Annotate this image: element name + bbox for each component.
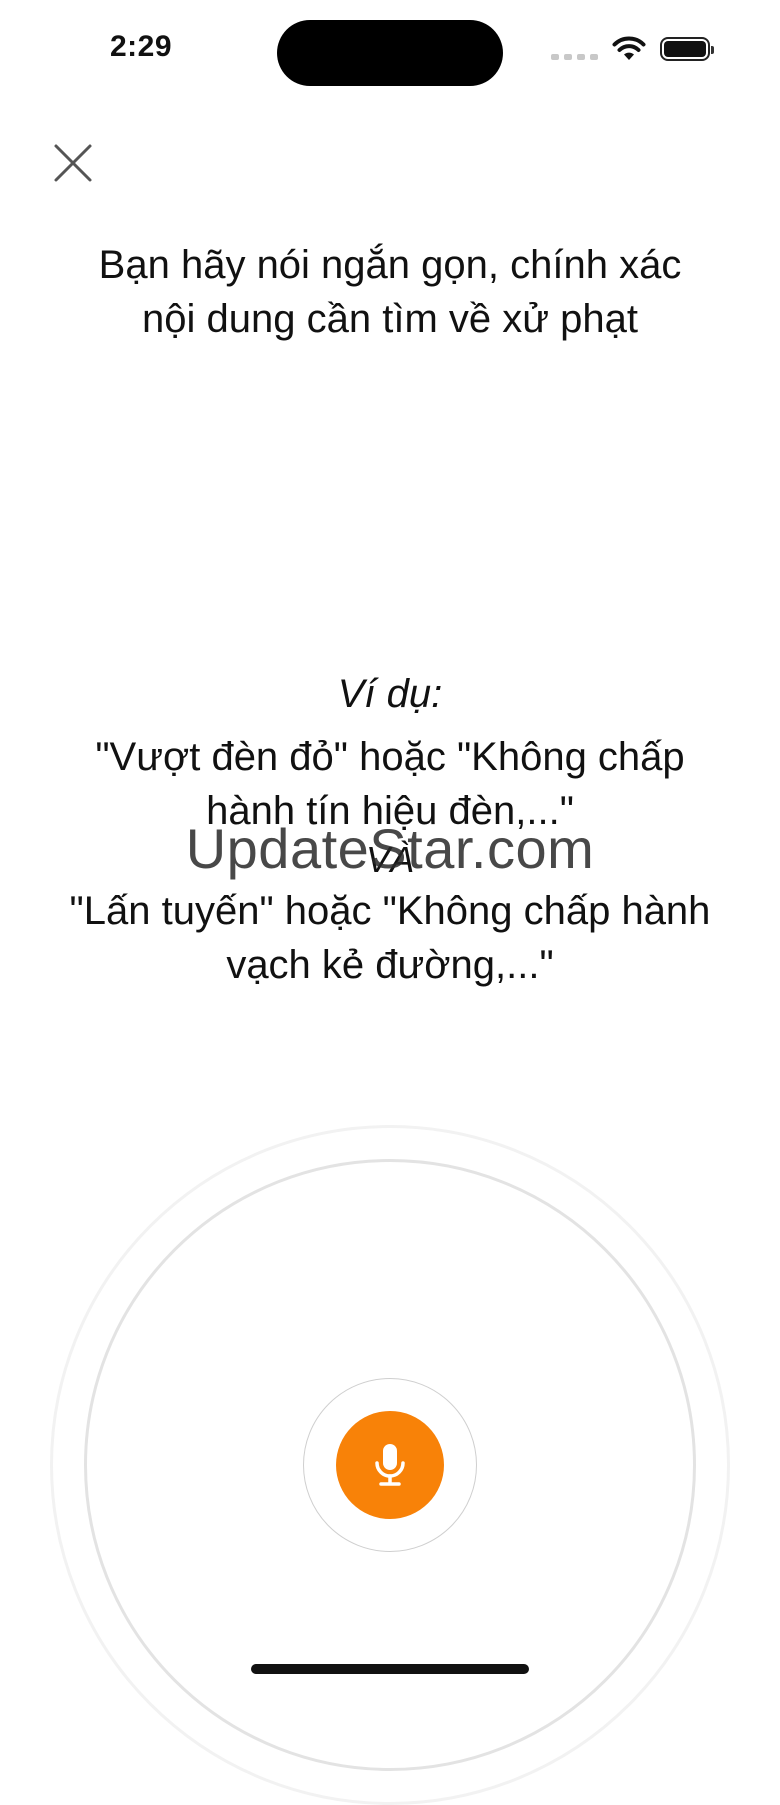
cellular-signal-icon: [551, 38, 598, 60]
wifi-icon: [612, 36, 646, 60]
close-button[interactable]: [50, 140, 96, 186]
status-icons: [551, 36, 714, 62]
instruction-line-1: Bạn hãy nói ngắn gọn, chính xác: [98, 243, 682, 287]
example-1-line-1: "Vượt đèn đỏ" hoặc "Không chấp: [95, 735, 685, 779]
home-indicator[interactable]: [251, 1664, 529, 1674]
example-block: Ví dụ: "Vượt đèn đỏ" hoặc "Không chấp hà…: [20, 668, 760, 992]
status-time: 2:29: [110, 30, 173, 63]
close-icon: [54, 144, 92, 182]
battery-icon: [660, 37, 714, 61]
instruction-text: Bạn hãy nói ngắn gọn, chính xác nội dung…: [40, 238, 740, 346]
example-connector: VÀ: [365, 839, 415, 880]
microphone-icon: [375, 1444, 405, 1486]
example-1-line-2: hành tín hiệu đèn,...": [206, 789, 574, 833]
microphone-button[interactable]: [336, 1411, 444, 1519]
example-2-line-1: "Lấn tuyến" hoặc "Không chấp hành: [69, 889, 711, 933]
example-2-line-2: vạch kẻ đường,...": [226, 943, 554, 987]
dynamic-island: [277, 20, 503, 86]
example-title: Ví dụ:: [337, 672, 443, 716]
instruction-line-2: nội dung cần tìm về xử phạt: [142, 297, 638, 341]
